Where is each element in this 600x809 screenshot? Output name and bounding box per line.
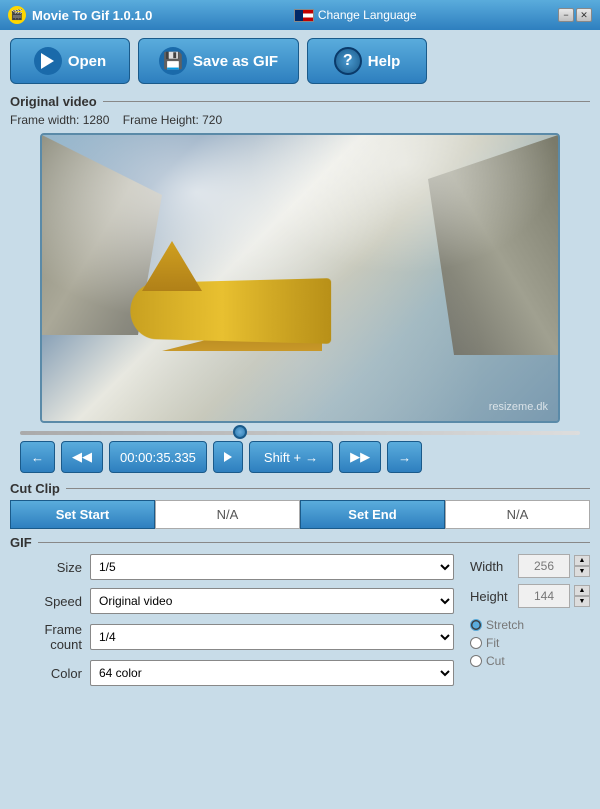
stretch-label: Stretch — [486, 618, 524, 632]
width-spinner: ▲ ▼ — [574, 555, 590, 577]
size-label: Size — [10, 560, 90, 575]
scrubber-track[interactable] — [20, 431, 580, 435]
play-button[interactable] — [213, 441, 243, 473]
gif-left-settings: Size 1/5 1/4 1/3 1/2 Original Speed Orig… — [10, 554, 454, 694]
gif-right-settings: Width ▲ ▼ Height ▲ ▼ — [470, 554, 590, 694]
open-label: Open — [68, 53, 106, 70]
flag-icon — [294, 9, 314, 22]
end-value-display: N/A — [445, 500, 590, 529]
fit-radio[interactable] — [470, 637, 482, 649]
width-down-button[interactable]: ▼ — [574, 566, 590, 577]
fast-forward-button[interactable]: ▶▶ — [339, 441, 381, 473]
gif-section: GIF Size 1/5 1/4 1/3 1/2 Original — [10, 535, 590, 694]
speed-label: Speed — [10, 594, 90, 609]
open-button[interactable]: Open — [10, 38, 130, 84]
video-preview: resizeme.dk — [40, 133, 560, 423]
close-button[interactable]: ✕ — [576, 8, 592, 22]
playback-controls: ← ◀◀ 00:00:35.335 Shift + → ▶▶ → — [20, 441, 580, 473]
scrubber-thumb[interactable] — [233, 425, 247, 439]
size-select[interactable]: 1/5 1/4 1/3 1/2 Original — [90, 554, 454, 580]
save-label: Save as GIF — [193, 53, 278, 70]
height-row: Height ▲ ▼ — [470, 584, 590, 608]
resize-mode-group: Stretch Fit Cut — [470, 618, 590, 668]
language-button[interactable]: Change Language — [288, 6, 423, 24]
frame-height-label: Frame Height: — [123, 113, 199, 127]
watermark: resizeme.dk — [489, 401, 548, 413]
cut-label: Cut — [486, 654, 505, 668]
video-scene: resizeme.dk — [42, 135, 558, 421]
size-setting-row: Size 1/5 1/4 1/3 1/2 Original — [10, 554, 454, 580]
step-forward-button[interactable]: → — [387, 441, 422, 473]
stretch-option[interactable]: Stretch — [470, 618, 590, 632]
width-label: Width — [470, 559, 514, 574]
app-title: Movie To Gif 1.0.1.0 — [32, 8, 152, 23]
cut-option[interactable]: Cut — [470, 654, 590, 668]
set-end-button[interactable]: Set End — [300, 500, 445, 529]
title-bar: 🎬 Movie To Gif 1.0.1.0 Change Language −… — [0, 0, 600, 30]
shift-arrow: → — [305, 450, 318, 465]
step-back-button[interactable]: ← — [20, 441, 55, 473]
window-controls: − ✕ — [558, 8, 592, 22]
play-icon-small — [224, 452, 232, 462]
cut-controls: Set Start N/A Set End N/A — [10, 500, 590, 529]
time-display: 00:00:35.335 — [109, 441, 207, 473]
save-gif-button[interactable]: 💾 Save as GIF — [138, 38, 299, 84]
help-label: Help — [368, 53, 401, 70]
gif-section-label: GIF — [10, 535, 590, 550]
height-spinner: ▲ ▼ — [574, 585, 590, 607]
speed-select[interactable]: Original video 0.5x 1.5x 2x — [90, 588, 454, 614]
frame-height-value: 720 — [202, 113, 222, 127]
start-value-display: N/A — [155, 500, 300, 529]
frame-count-select[interactable]: 1/4 1/3 1/2 All — [90, 624, 454, 650]
fit-label: Fit — [486, 636, 499, 650]
height-input[interactable] — [518, 584, 570, 608]
minimize-button[interactable]: − — [558, 8, 574, 22]
play-triangle-icon — [41, 53, 54, 69]
toolbar: Open 💾 Save as GIF ? Help — [10, 38, 590, 84]
color-select[interactable]: 64 color 128 color 256 color — [90, 660, 454, 686]
frame-count-setting-row: Frame count 1/4 1/3 1/2 All — [10, 622, 454, 652]
frame-count-label: Frame count — [10, 622, 90, 652]
cut-radio[interactable] — [470, 655, 482, 667]
shift-button[interactable]: Shift + → — [249, 441, 333, 473]
speed-setting-row: Speed Original video 0.5x 1.5x 2x — [10, 588, 454, 614]
color-setting-row: Color 64 color 128 color 256 color — [10, 660, 454, 686]
color-label: Color — [10, 666, 90, 681]
width-up-button[interactable]: ▲ — [574, 555, 590, 566]
original-video-section-label: Original video — [10, 94, 590, 109]
height-up-button[interactable]: ▲ — [574, 585, 590, 596]
frame-width-label: Frame width: — [10, 113, 79, 127]
shift-label: Shift + — [264, 450, 301, 465]
title-bar-left: 🎬 Movie To Gif 1.0.1.0 — [8, 6, 152, 24]
help-button[interactable]: ? Help — [307, 38, 427, 84]
app-icon: 🎬 — [8, 6, 26, 24]
cut-clip-section: Cut Clip Set Start N/A Set End N/A — [10, 481, 590, 529]
cut-clip-label: Cut Clip — [10, 481, 590, 496]
frame-info: Frame width: 1280 Frame Height: 720 — [10, 113, 590, 127]
rewind-button[interactable]: ◀◀ — [61, 441, 103, 473]
gif-settings: Size 1/5 1/4 1/3 1/2 Original Speed Orig… — [10, 554, 590, 694]
width-input[interactable] — [518, 554, 570, 578]
language-label: Change Language — [318, 8, 417, 22]
time-value: 00:00:35.335 — [120, 450, 196, 465]
open-icon — [34, 47, 62, 75]
save-icon: 💾 — [159, 47, 187, 75]
frame-width-value: 1280 — [83, 113, 110, 127]
height-label: Height — [470, 589, 514, 604]
fit-option[interactable]: Fit — [470, 636, 590, 650]
scrubber-row — [20, 431, 580, 435]
set-start-button[interactable]: Set Start — [10, 500, 155, 529]
height-down-button[interactable]: ▼ — [574, 596, 590, 607]
main-content: Open 💾 Save as GIF ? Help Original video… — [0, 30, 600, 702]
width-row: Width ▲ ▼ — [470, 554, 590, 578]
stretch-radio[interactable] — [470, 619, 482, 631]
help-icon: ? — [334, 47, 362, 75]
